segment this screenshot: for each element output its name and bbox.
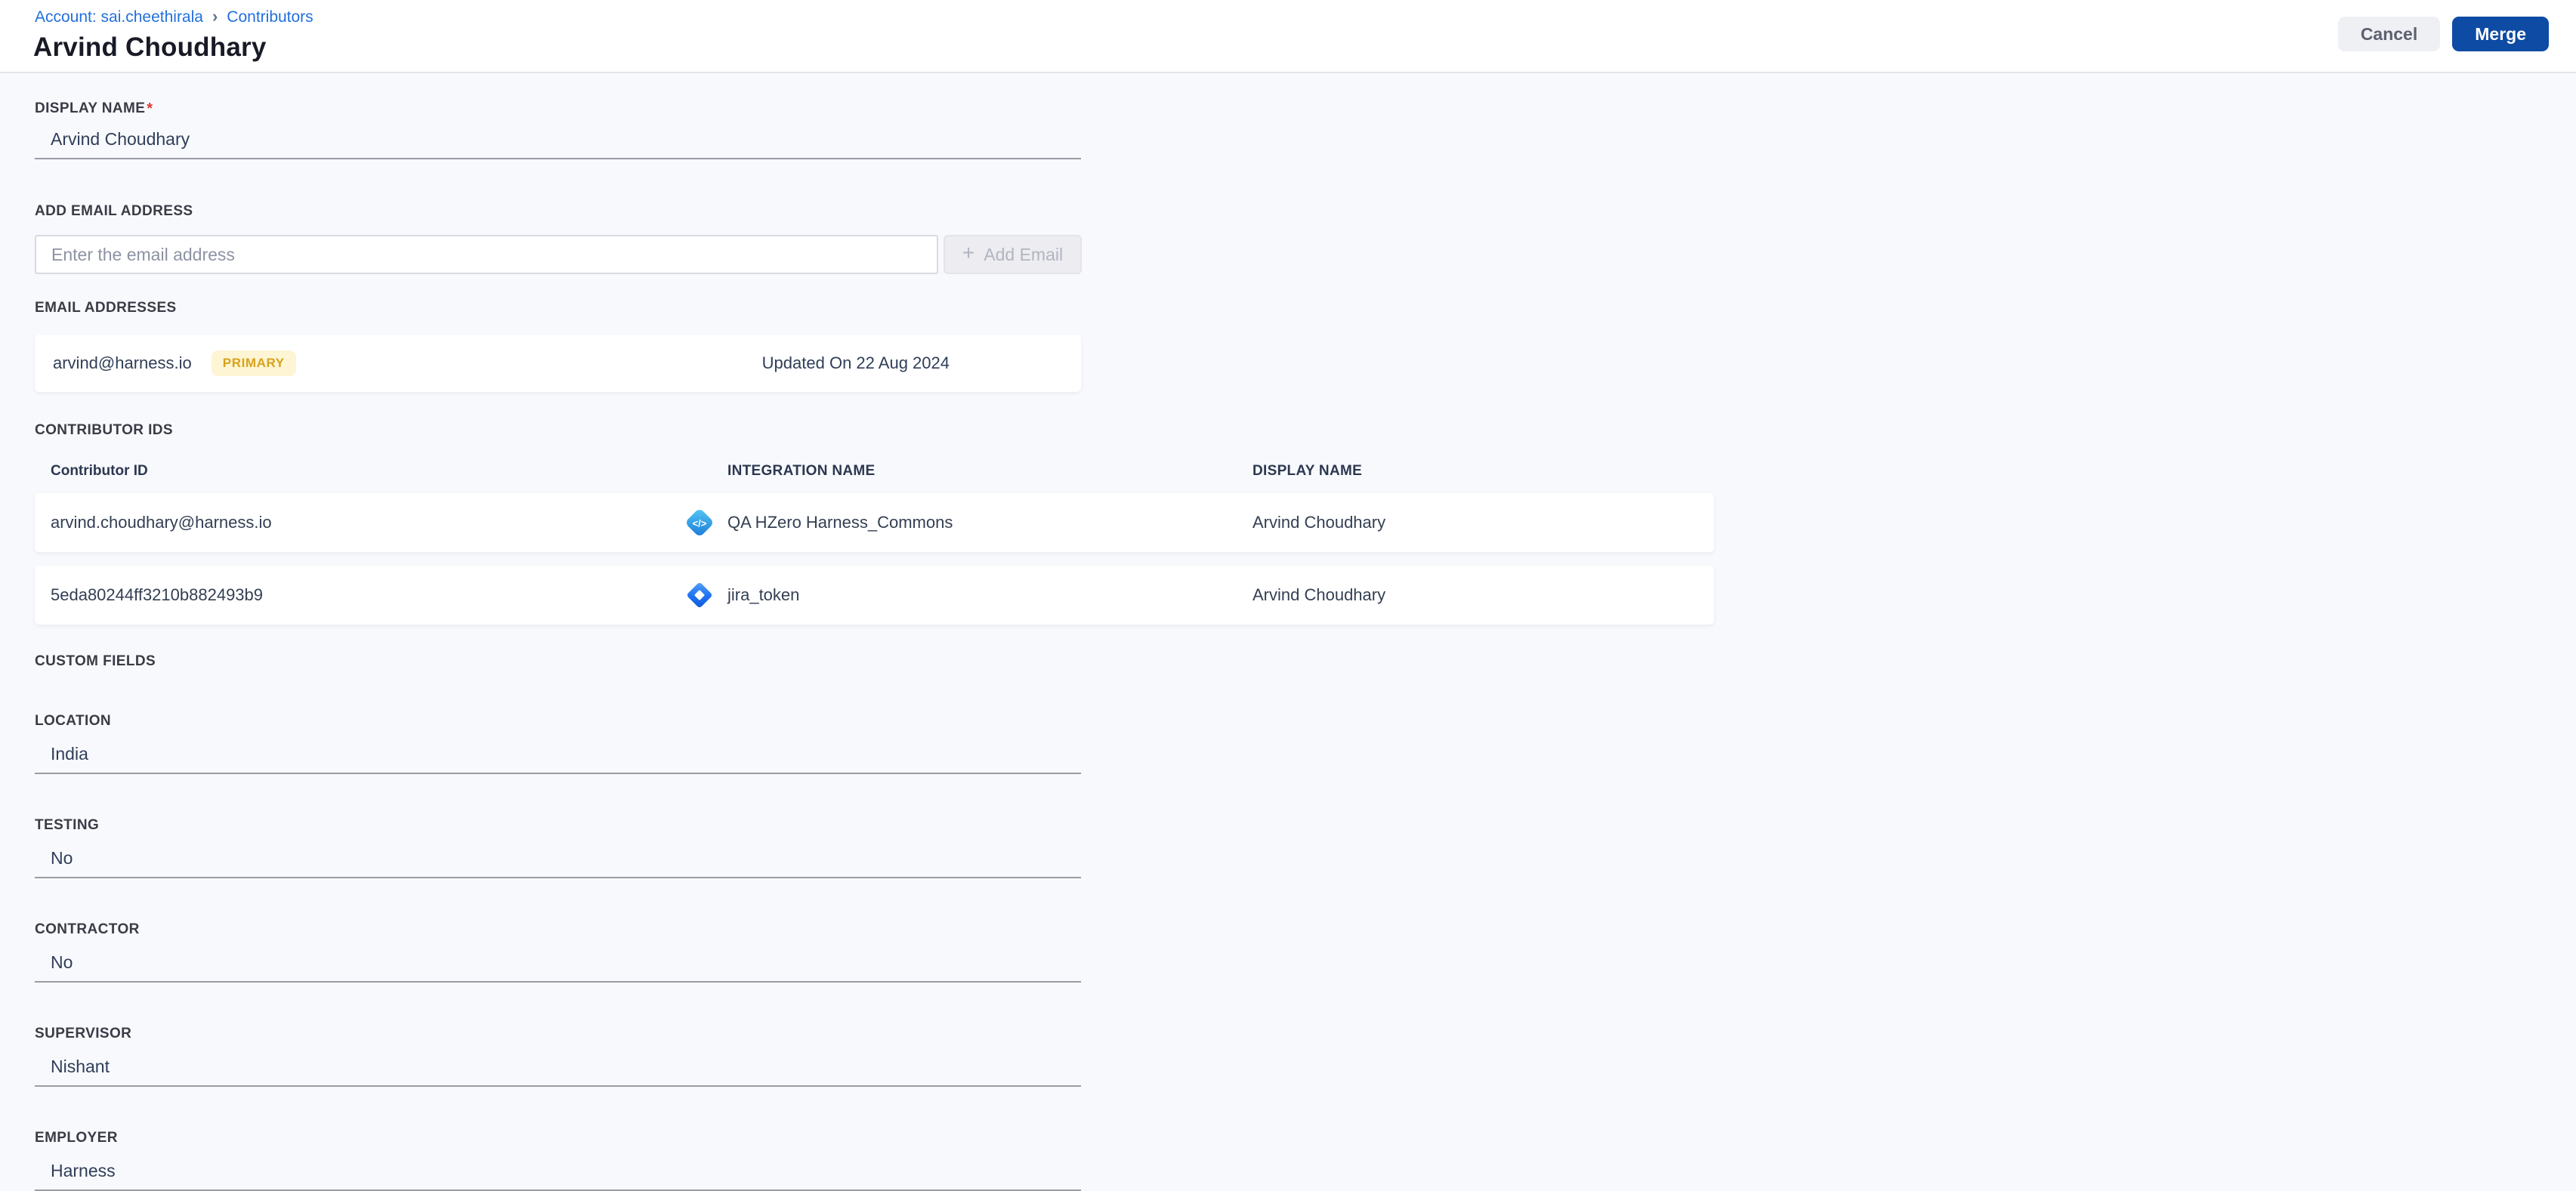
custom-field-input[interactable]: Harness (35, 1149, 1081, 1191)
display-name-group: DISPLAY NAME * Arvind Choudhary (35, 100, 2576, 159)
custom-field-input[interactable]: No (35, 941, 1081, 983)
add-email-label: ADD EMAIL ADDRESS (35, 203, 193, 219)
contributor-id-row[interactable]: arvind.choudhary@harness.io </> QA HZero… (35, 493, 1714, 552)
email-addresses-group: EMAIL ADDRESSES arvind@harness.io PRIMAR… (35, 300, 2576, 392)
custom-field: EMPLOYER Harness (35, 1130, 2576, 1191)
code-integration-icon: </> (682, 505, 717, 540)
email-address-value: arvind@harness.io (53, 353, 192, 372)
display-name-value: Arvind Choudhary (51, 129, 190, 149)
primary-badge: PRIMARY (211, 350, 296, 376)
add-email-group: ADD EMAIL ADDRESS + Add Email (35, 203, 2576, 274)
column-header-integration-name: INTEGRATION NAME (727, 463, 876, 479)
contributor-id-value: 5eda80244ff3210b882493b9 (51, 585, 264, 604)
email-input[interactable] (35, 235, 938, 274)
page-header: Account: sai.cheethirala › Contributors … (0, 0, 2576, 73)
column-header-display-name: DISPLAY NAME (1252, 463, 1363, 479)
contributor-id-row[interactable]: 5eda80244ff3210b882493b9 jira_token Arvi… (35, 566, 1714, 625)
custom-field-label: CONTRACTOR (35, 921, 140, 937)
merge-button[interactable]: Merge (2452, 17, 2549, 51)
custom-field-value: India (51, 744, 88, 764)
integration-name-value: jira_token (727, 585, 800, 604)
custom-field-value: No (51, 848, 73, 868)
column-header-contributor-id: Contributor ID (51, 463, 148, 479)
cancel-button[interactable]: Cancel (2337, 17, 2441, 51)
add-email-button[interactable]: + Add Email (944, 235, 1082, 274)
custom-field-input[interactable]: Nishant (35, 1045, 1081, 1087)
custom-field: SUPERVISOR Nishant (35, 1026, 2576, 1087)
custom-fields-label: CUSTOM FIELDS (35, 653, 156, 669)
custom-field-label: LOCATION (35, 713, 112, 729)
custom-field-value: Harness (51, 1161, 116, 1180)
integration-name-value: QA HZero Harness_Commons (727, 513, 953, 532)
header-actions: Cancel Merge (2337, 17, 2549, 51)
email-updated-on: Updated On 22 Aug 2024 (761, 353, 950, 372)
breadcrumb-chevron-icon: › (212, 7, 218, 26)
add-email-button-label: Add Email (984, 244, 1064, 264)
custom-field-label: SUPERVISOR (35, 1026, 132, 1041)
email-address-row[interactable]: arvind@harness.io PRIMARY Updated On 22 … (35, 335, 1081, 392)
custom-field-value: Nishant (51, 1057, 110, 1076)
custom-fields-group: CUSTOM FIELDS LOCATION India TESTING No (35, 653, 2576, 1191)
breadcrumb: Account: sai.cheethirala › Contributors (35, 7, 2576, 27)
contributor-id-value: arvind.choudhary@harness.io (51, 513, 272, 532)
display-name-field[interactable]: Arvind Choudhary (35, 118, 1081, 159)
plus-icon: + (962, 241, 975, 264)
required-asterisk: * (147, 100, 153, 117)
jira-icon (682, 578, 717, 612)
page-title: Arvind Choudhary (33, 32, 267, 62)
custom-field-label: EMPLOYER (35, 1130, 118, 1146)
custom-field: LOCATION India (35, 713, 2576, 774)
contributor-ids-table-header: Contributor ID INTEGRATION NAME DISPLAY … (35, 463, 1714, 480)
custom-field: TESTING No (35, 817, 2576, 878)
svg-text:</>: </> (693, 518, 707, 529)
main-content: DISPLAY NAME * Arvind Choudhary ADD EMAIL… (0, 100, 2576, 1191)
email-addresses-label: EMAIL ADDRESSES (35, 300, 177, 316)
breadcrumb-account-link[interactable]: Account: sai.cheethirala (35, 8, 203, 26)
custom-field: CONTRACTOR No (35, 921, 2576, 983)
contributor-ids-group: CONTRIBUTOR IDS Contributor ID INTEGRATI… (35, 422, 2576, 625)
breadcrumb-contributors-link[interactable]: Contributors (227, 8, 313, 26)
custom-field-input[interactable]: India (35, 733, 1081, 774)
contributor-ids-label: CONTRIBUTOR IDS (35, 422, 173, 438)
custom-field-input[interactable]: No (35, 837, 1081, 878)
custom-field-label: TESTING (35, 817, 100, 833)
row-display-name-value: Arvind Choudhary (1252, 585, 1386, 604)
display-name-label: DISPLAY NAME * (35, 100, 153, 117)
row-display-name-value: Arvind Choudhary (1252, 513, 1386, 532)
custom-field-value: No (51, 952, 73, 972)
